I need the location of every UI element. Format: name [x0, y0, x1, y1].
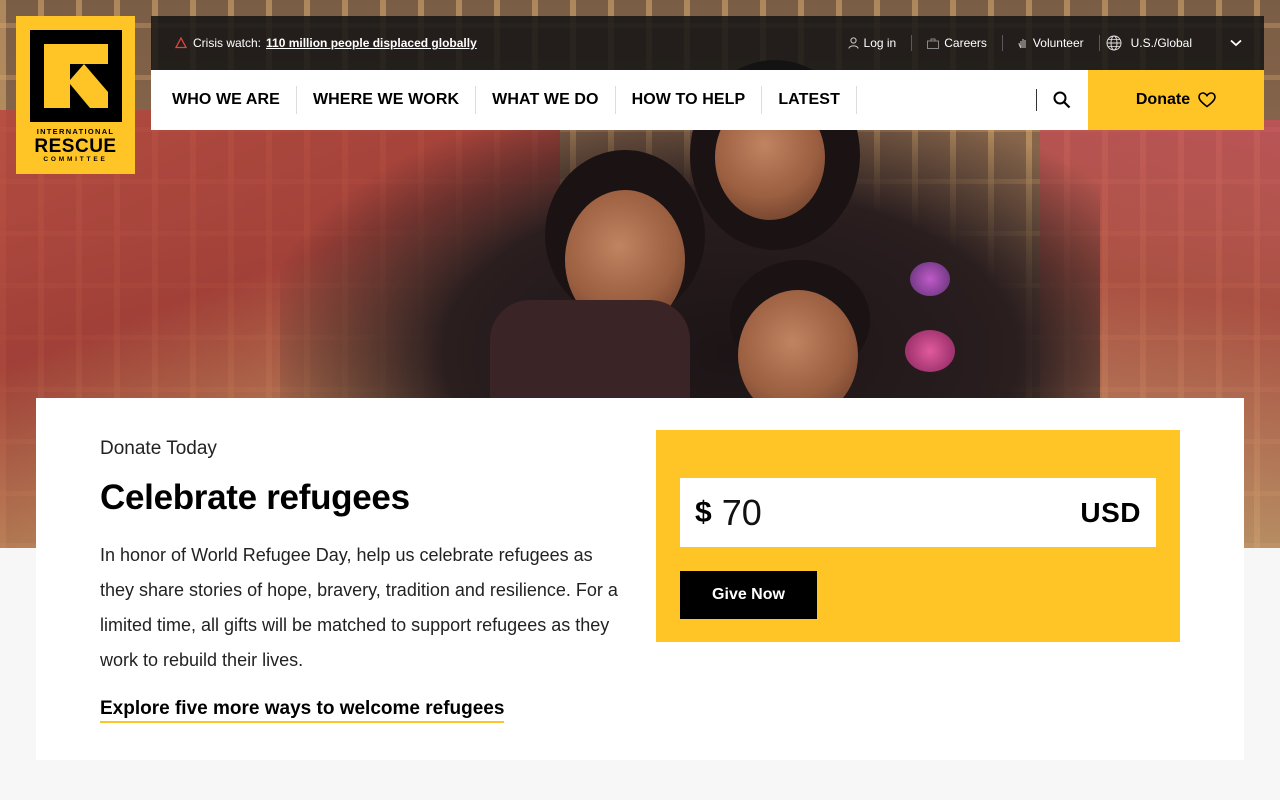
- warning-icon: [175, 37, 187, 49]
- region-selector[interactable]: U.S./Global: [1106, 35, 1264, 51]
- crisis-watch-label: Crisis watch:: [193, 36, 262, 50]
- volunteer-label: Volunteer: [1032, 36, 1084, 50]
- nav-item-latest[interactable]: LATEST: [762, 86, 857, 114]
- volunteer-link[interactable]: Volunteer: [1003, 35, 1100, 51]
- irc-logo-mark-icon: [29, 30, 122, 122]
- utility-bar: Crisis watch: 110 million people displac…: [151, 16, 1264, 70]
- login-link[interactable]: Log in: [833, 35, 913, 51]
- globe-icon: [1106, 35, 1122, 51]
- logo-text-international: INTERNATIONAL: [36, 127, 115, 136]
- nav-item-who-we-are[interactable]: WHO WE ARE: [151, 86, 297, 114]
- main-navigation: WHO WE ARE WHERE WE WORK WHAT WE DO HOW …: [151, 70, 1088, 130]
- user-icon: [848, 37, 859, 49]
- heart-icon: [1198, 92, 1216, 108]
- explore-link[interactable]: Explore five more ways to welcome refuge…: [100, 698, 505, 723]
- nav-item-what-we-do[interactable]: WHAT WE DO: [476, 86, 616, 114]
- give-now-button[interactable]: Give Now: [680, 571, 817, 619]
- careers-label: Careers: [944, 36, 987, 50]
- currency-symbol: $: [695, 495, 712, 529]
- eyebrow-text: Donate Today: [100, 438, 217, 459]
- region-label: U.S./Global: [1130, 36, 1192, 50]
- crisis-watch-link[interactable]: 110 million people displaced globally: [266, 36, 477, 50]
- nav-item-how-to-help[interactable]: HOW TO HELP: [616, 86, 763, 114]
- logo-text-rescue: RESCUE: [34, 135, 117, 157]
- irc-logo[interactable]: INTERNATIONAL RESCUE COMMITTEE: [16, 16, 135, 174]
- currency-code: USD: [1080, 496, 1141, 528]
- chevron-down-icon: [1230, 39, 1242, 47]
- donation-amount-field[interactable]: $ 70 USD: [680, 478, 1156, 547]
- briefcase-icon: [927, 38, 940, 49]
- donation-box: $ 70 USD Give Now: [656, 430, 1180, 642]
- donation-amount-value: 70: [721, 491, 762, 533]
- search-icon: [1053, 91, 1071, 109]
- search-divider: [1036, 89, 1037, 111]
- login-label: Log in: [863, 36, 897, 50]
- logo-text-committee: COMMITTEE: [43, 155, 108, 163]
- careers-link[interactable]: Careers: [912, 35, 1003, 51]
- donate-card: Donate Today Celebrate refugees In honor…: [36, 398, 1244, 760]
- donate-nav-label: Donate: [1135, 91, 1191, 108]
- donate-nav-button[interactable]: Donate: [1088, 70, 1264, 130]
- nav-item-where-we-work[interactable]: WHERE WE WORK: [297, 86, 477, 114]
- crisis-watch: Crisis watch: 110 million people displac…: [175, 36, 477, 50]
- search-button[interactable]: [1052, 90, 1072, 110]
- page-title: Celebrate refugees: [100, 478, 410, 517]
- body-text: In honor of World Refugee Day, help us c…: [100, 545, 618, 670]
- hand-icon: [1018, 39, 1026, 49]
